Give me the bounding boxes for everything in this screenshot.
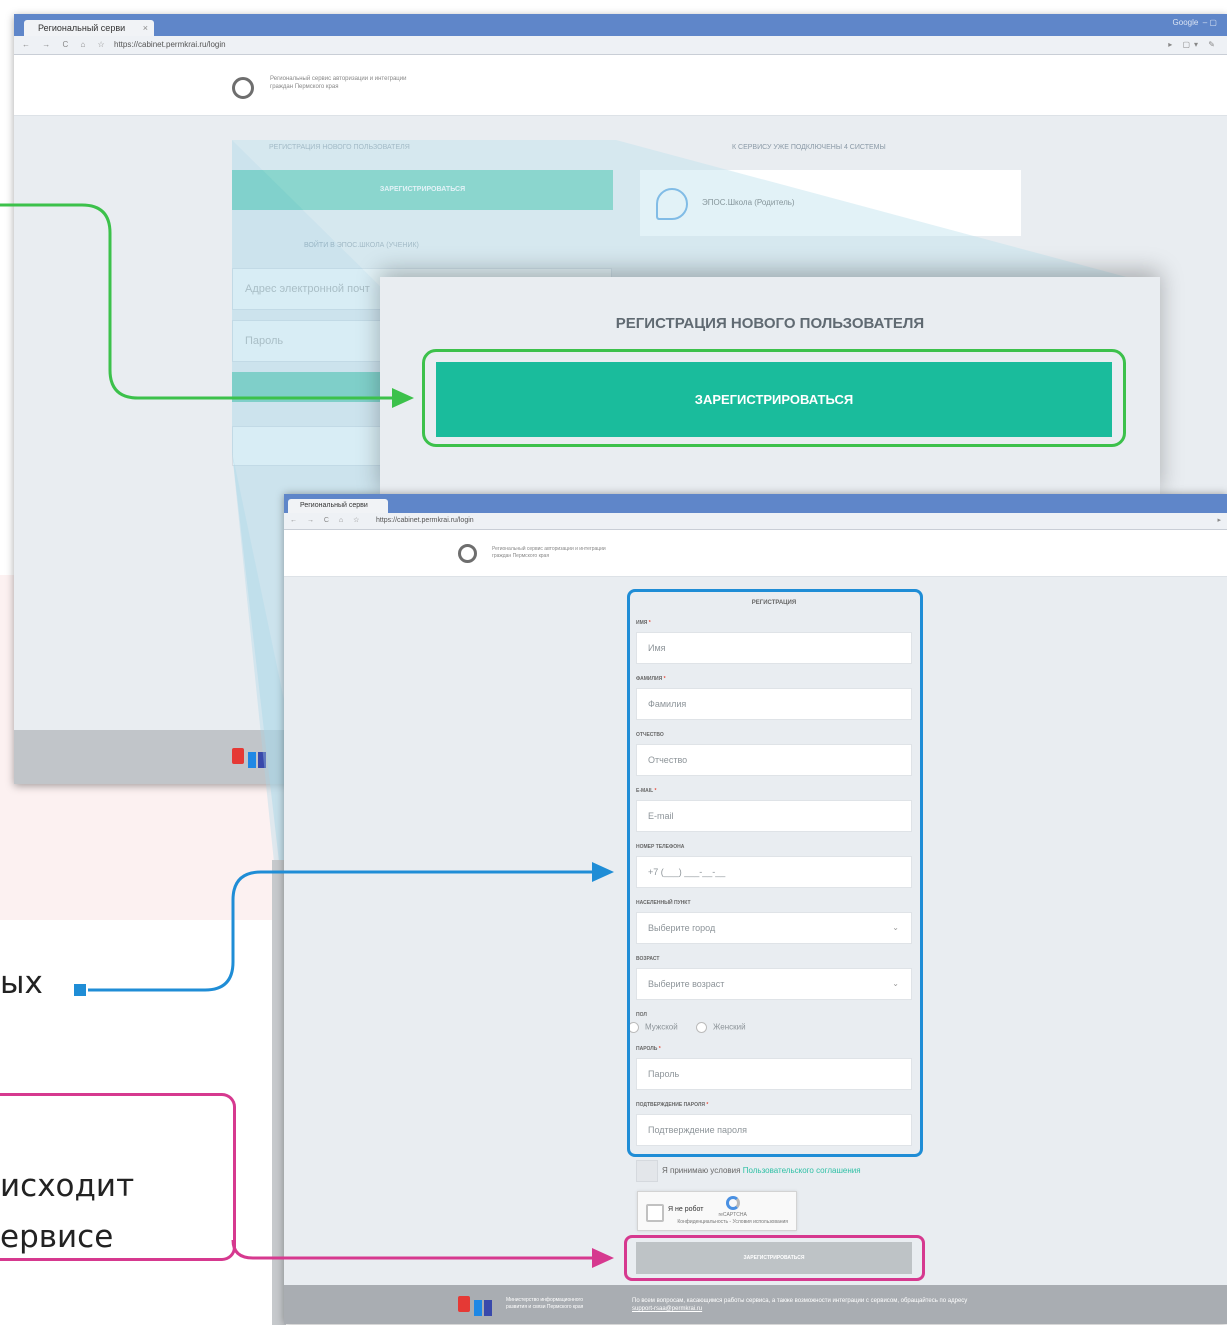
recaptcha-logo: reCAPTCHA Конфиденциальность - Условия ис… <box>677 1196 788 1226</box>
profile-label: Google <box>1172 18 1199 27</box>
address-bar: ← → C ⌂ ☆ https://cabinet.permkrai.ru/lo… <box>284 513 1227 530</box>
blue-highlight <box>627 589 923 1157</box>
register-heading: Регистрация нового пользователя <box>269 144 410 151</box>
nav-icons[interactable]: ← → C ⌂ ☆ <box>22 36 110 54</box>
logo-icon <box>458 544 477 563</box>
slide-text-3: ервисе <box>0 1219 114 1255</box>
system-name: ЭПОС.Школа (Родитель) <box>702 198 795 207</box>
support-text: По всем вопросам, касающимся работы серв… <box>632 1297 1072 1313</box>
logo-icon <box>232 77 254 99</box>
captcha-checkbox[interactable] <box>646 1204 664 1222</box>
recaptcha-widget[interactable]: Я не робот reCAPTCHA Конфиденциальность -… <box>637 1191 797 1231</box>
ministry-text: Министерство информационного развития и … <box>506 1297 584 1310</box>
tab-title: Региональный серви <box>300 502 368 509</box>
zoom-heading: РЕГИСТРАЦИЯ НОВОГО ПОЛЬЗОВАТЕЛЯ <box>615 315 925 332</box>
agreement-text: Я принимаю условия <box>662 1166 743 1176</box>
support-question: По всем вопросам, касающимся работы серв… <box>632 1298 968 1304</box>
close-icon[interactable]: × <box>143 20 148 36</box>
menu-icon[interactable]: ▸ <box>1217 513 1221 529</box>
epos-icon <box>656 188 688 220</box>
logo-text: Региональный сервис авторизации и интегр… <box>270 76 407 90</box>
register-button[interactable]: ЗАРЕГИСТРИРОВАТЬСЯ <box>232 170 613 210</box>
logo-text: Региональный сервис авторизации и интегр… <box>492 546 606 559</box>
nav-icons[interactable]: ← → C ⌂ ☆ <box>290 513 363 529</box>
pink-highlight <box>624 1235 925 1281</box>
tab-title: Региональный серви <box>38 23 126 33</box>
tab-bar: Региональный серви × Google – ▢ <box>14 14 1227 36</box>
tab-bar: Региональный серви <box>284 494 1227 513</box>
agreement-link[interactable]: Пользовательского соглашения <box>743 1166 861 1175</box>
captcha-terms: Конфиденциальность - Условия использован… <box>677 1219 788 1225</box>
login-heading: Войти в ЭПОС.Школа (ученик) <box>304 242 419 249</box>
recaptcha-icon <box>725 1196 740 1210</box>
browser-tab[interactable]: Региональный серви <box>288 499 388 513</box>
green-highlight <box>422 349 1126 447</box>
address-bar: ← → C ⌂ ☆ https://cabinet.permkrai.ru/lo… <box>14 36 1227 55</box>
support-email-link[interactable]: support-rsaa@permkrai.ru <box>632 1306 702 1312</box>
agreement-checkbox[interactable] <box>636 1160 658 1182</box>
browser-tab[interactable]: Региональный серви × <box>24 20 154 36</box>
url-text[interactable]: https://cabinet.permkrai.ru/login <box>114 36 226 54</box>
window-controls: Google – ▢ <box>1172 18 1217 27</box>
systems-heading: К сервису уже подключены 4 системы <box>732 144 886 151</box>
page-header: Региональный сервис авторизации и интегр… <box>14 55 1227 116</box>
system-card[interactable]: ЭПОС.Школа (Родитель) <box>640 170 1021 236</box>
page-header: Региональный сервис авторизации и интегр… <box>284 530 1227 577</box>
url-text[interactable]: https://cabinet.permkrai.ru/login <box>376 513 474 529</box>
menu-icon[interactable]: ▸ ▢▾ ✎ <box>1168 36 1219 54</box>
slide-text-1: ых <box>0 965 43 1001</box>
slide-text-2: исходит <box>0 1168 135 1204</box>
agreement-row[interactable]: Я принимаю условия Пользовательского сог… <box>636 1160 861 1182</box>
page-footer: Министерство информационного развития и … <box>284 1285 1227 1324</box>
captcha-brand: reCAPTCHA <box>718 1212 747 1218</box>
